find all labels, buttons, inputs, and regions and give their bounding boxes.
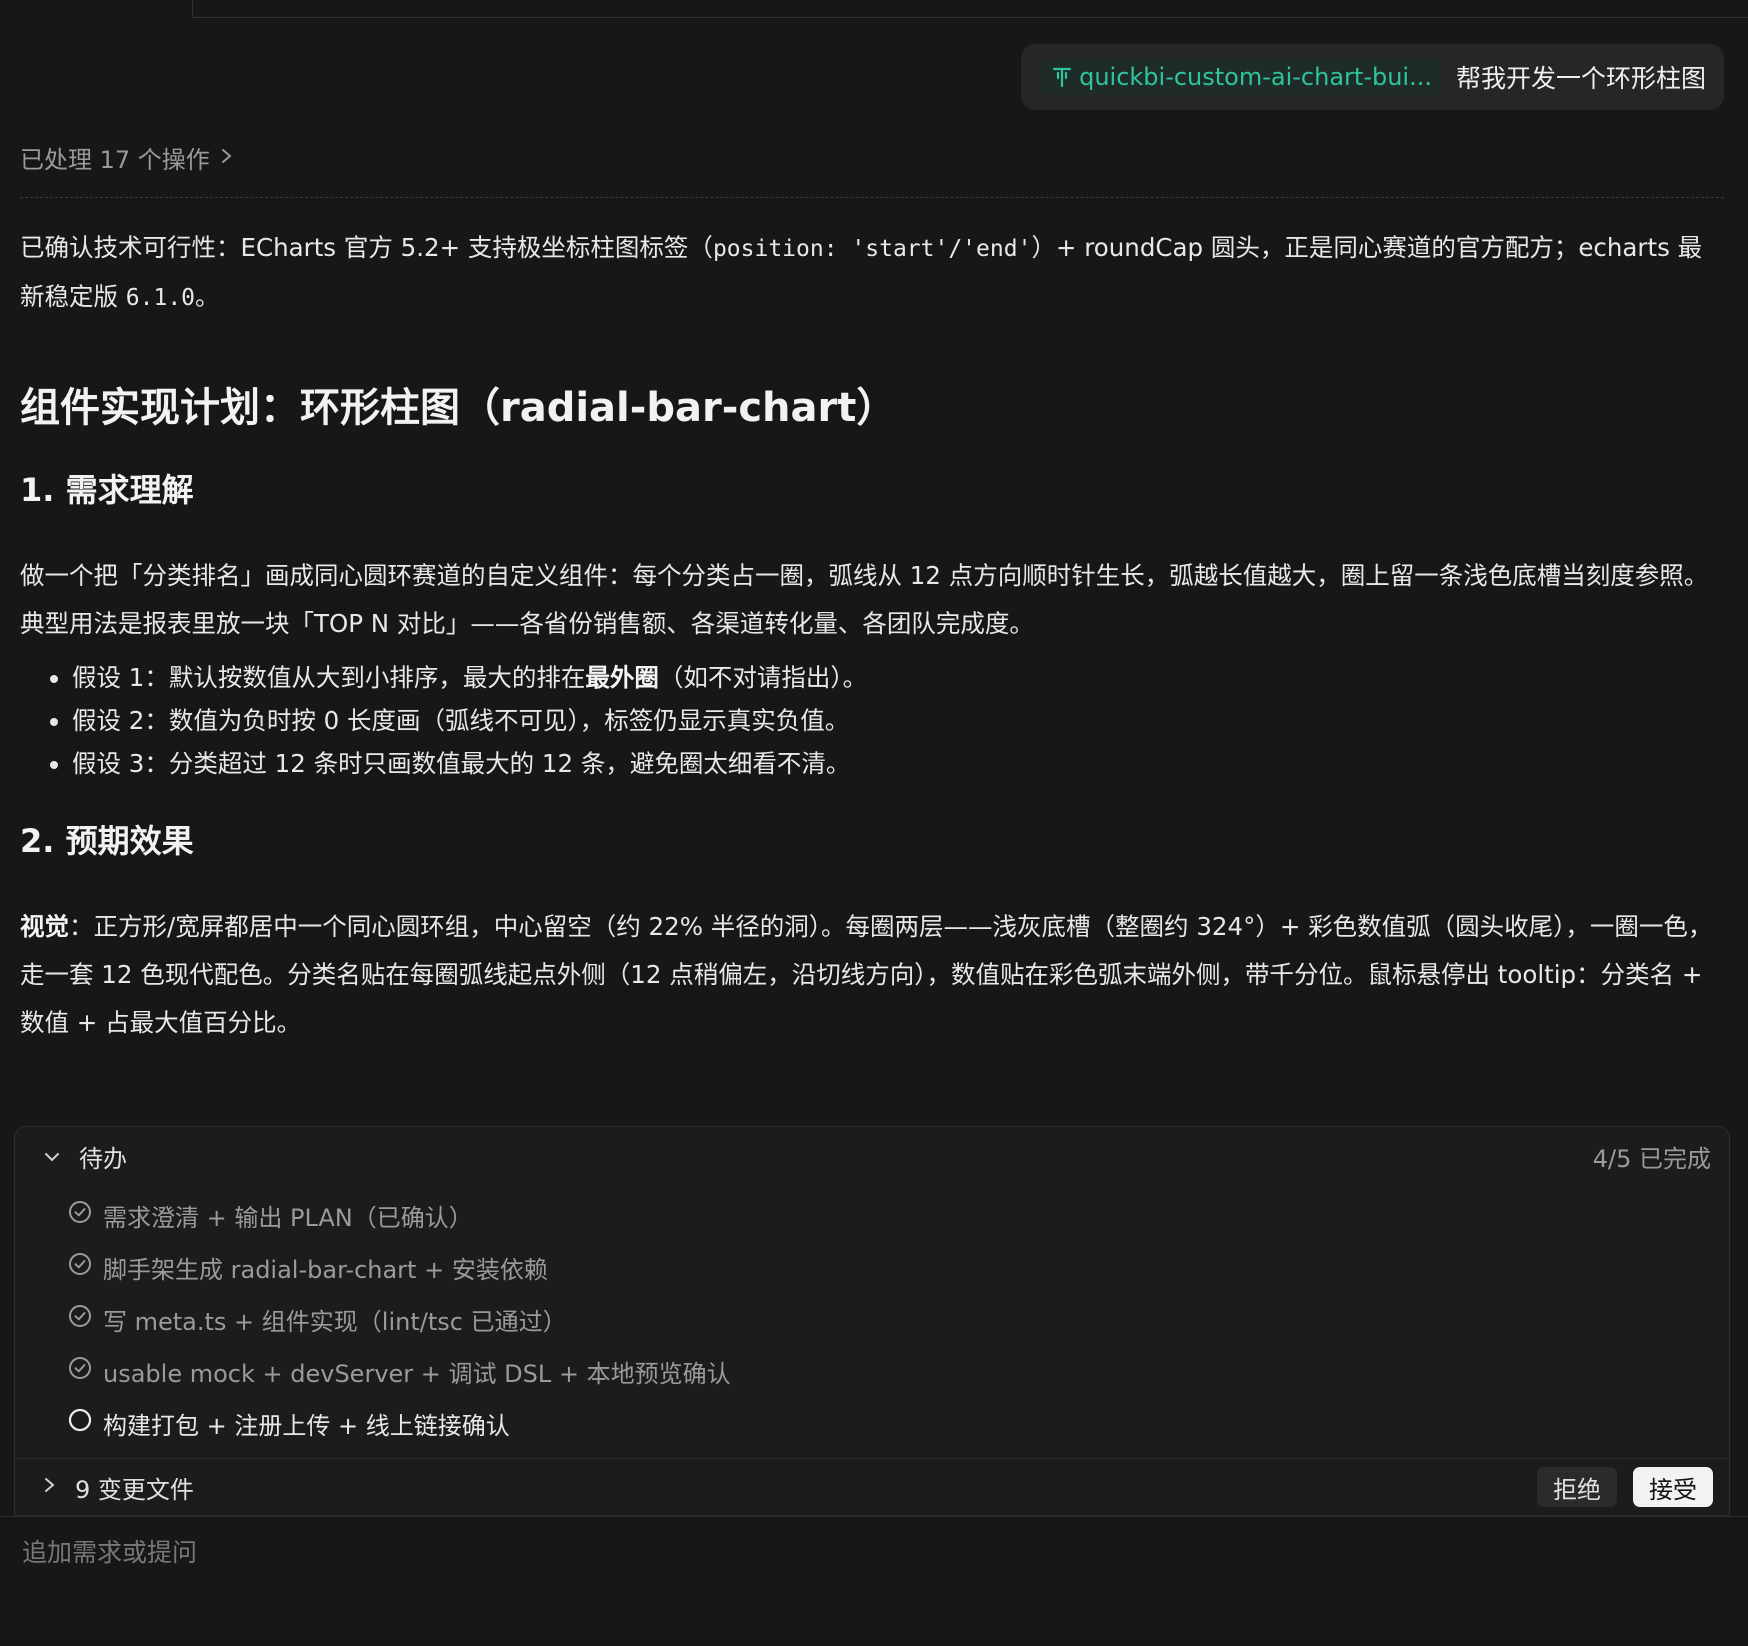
todo-list: 需求澄清 + 输出 PLAN（已确认） 脚手架生成 radial-bar-cha…	[67, 1189, 731, 1449]
todo-panel: 待办 4/5 已完成 需求澄清 + 输出 PLAN（已确认） 脚手架生成 rad…	[14, 1126, 1730, 1516]
processed-label: 已处理 17 个操作	[20, 146, 210, 174]
assumption-2-text: 假设 2：数值为负时按 0 长度画（弧线不可见），标签仍显示真实负值。	[72, 706, 850, 735]
check-circle-icon	[67, 1199, 93, 1231]
section-heading-requirements: 1. 需求理解	[20, 471, 194, 509]
changed-files-label[interactable]: 9 变更文件	[75, 1470, 194, 1505]
list-item: 假设 1：默认按数值从大到小排序，最大的排在最外圈（如不对请指出）。	[72, 656, 1726, 699]
todo-header[interactable]: 待办 4/5 已完成	[15, 1127, 1729, 1185]
intro-code-1: position: 'start'/'end'	[712, 236, 1032, 262]
divider	[20, 197, 1724, 198]
effect-paragraph: 视觉：正方形/宽屏都居中一个同心圆环组，中心留空（约 22% 半径的洞）。每圈两…	[20, 903, 1726, 1047]
assistant-message: 已确认技术可行性：ECharts 官方 5.2+ 支持极坐标柱图标签（posit…	[20, 224, 1726, 1047]
todo-progress: 4/5 已完成	[1592, 1144, 1711, 1173]
user-message-text: 帮我开发一个环形柱图	[1455, 64, 1706, 93]
composer	[0, 1516, 1748, 1646]
intro-text-1: 已确认技术可行性：ECharts 官方 5.2+ 支持极坐标柱图标签（	[20, 233, 713, 262]
assumption-list: 假设 1：默认按数值从大到小排序，最大的排在最外圈（如不对请指出）。 假设 2：…	[20, 656, 1726, 785]
intro-code-2: 6.1.0	[125, 285, 196, 311]
chevron-right-icon[interactable]	[43, 1473, 57, 1501]
plan-title: 组件实现计划：环形柱图（radial-bar-chart）	[20, 385, 897, 431]
accept-button[interactable]: 接受	[1633, 1467, 1713, 1507]
skill-chip-label: quickbi-custom-ai-chart-bui...	[1079, 63, 1432, 91]
check-circle-icon	[67, 1355, 93, 1387]
todo-item-text: 构建打包 + 注册上传 + 线上链接确认	[103, 1411, 510, 1440]
todo-item-text: 写 meta.ts + 组件实现（lint/tsc 已通过）	[103, 1307, 567, 1336]
effect-bold-label: 视觉	[20, 912, 69, 941]
chevron-down-icon[interactable]	[43, 1142, 61, 1170]
todo-item-text: 需求澄清 + 输出 PLAN（已确认）	[103, 1203, 473, 1232]
assumption-1-text: 假设 1：默认按数值从大到小排序，最大的排在	[72, 663, 586, 692]
processed-operations-toggle[interactable]: 已处理 17 个操作	[20, 140, 234, 175]
assumption-1-bold: 最外圈	[585, 663, 659, 692]
chevron-right-icon	[220, 144, 234, 172]
requirements-paragraph: 做一个把「分类排名」画成同心圆环赛道的自定义组件：每个分类占一圈，弧线从 12 …	[20, 561, 1709, 638]
composer-input[interactable]	[20, 1537, 1724, 1568]
section-heading-expected-effect: 2. 预期效果	[20, 822, 194, 860]
check-circle-icon	[67, 1251, 93, 1283]
top-bar	[192, 0, 1748, 18]
user-message-bubble: quickbi-custom-ai-chart-bui... 帮我开发一个环形柱…	[1021, 44, 1724, 110]
chat-page: quickbi-custom-ai-chart-bui... 帮我开发一个环形柱…	[0, 0, 1748, 1646]
todo-item: 需求澄清 + 输出 PLAN（已确认）	[67, 1189, 731, 1241]
effect-text: ：正方形/宽屏都居中一个同心圆环组，中心留空（约 22% 半径的洞）。每圈两层—…	[20, 912, 1713, 1037]
todo-item-text: 脚手架生成 radial-bar-chart + 安装依赖	[103, 1255, 548, 1284]
skill-chip[interactable]: quickbi-custom-ai-chart-bui...	[1041, 59, 1442, 95]
changed-files-bar: 9 变更文件 拒绝 接受	[15, 1458, 1729, 1515]
check-circle-icon	[67, 1303, 93, 1335]
empty-circle-icon	[67, 1407, 93, 1439]
todo-label: 待办	[79, 1144, 127, 1173]
skill-icon	[1051, 65, 1073, 89]
todo-item: 构建打包 + 注册上传 + 线上链接确认	[67, 1397, 731, 1449]
todo-item: usable mock + devServer + 调试 DSL + 本地预览确…	[67, 1345, 731, 1397]
intro-paragraph: 已确认技术可行性：ECharts 官方 5.2+ 支持极坐标柱图标签（posit…	[20, 224, 1726, 322]
todo-item-text: usable mock + devServer + 调试 DSL + 本地预览确…	[103, 1359, 731, 1388]
intro-text-3: 。	[195, 282, 220, 311]
reject-button[interactable]: 拒绝	[1537, 1467, 1617, 1507]
assumption-3-text: 假设 3：分类超过 12 条时只画数值最大的 12 条，避免圈太细看不清。	[72, 749, 851, 778]
list-item: 假设 3：分类超过 12 条时只画数值最大的 12 条，避免圈太细看不清。	[72, 742, 1726, 785]
todo-item: 写 meta.ts + 组件实现（lint/tsc 已通过）	[67, 1293, 731, 1345]
todo-item: 脚手架生成 radial-bar-chart + 安装依赖	[67, 1241, 731, 1293]
assumption-1-tail: （如不对请指出）。	[658, 663, 868, 692]
list-item: 假设 2：数值为负时按 0 长度画（弧线不可见），标签仍显示真实负值。	[72, 699, 1726, 742]
